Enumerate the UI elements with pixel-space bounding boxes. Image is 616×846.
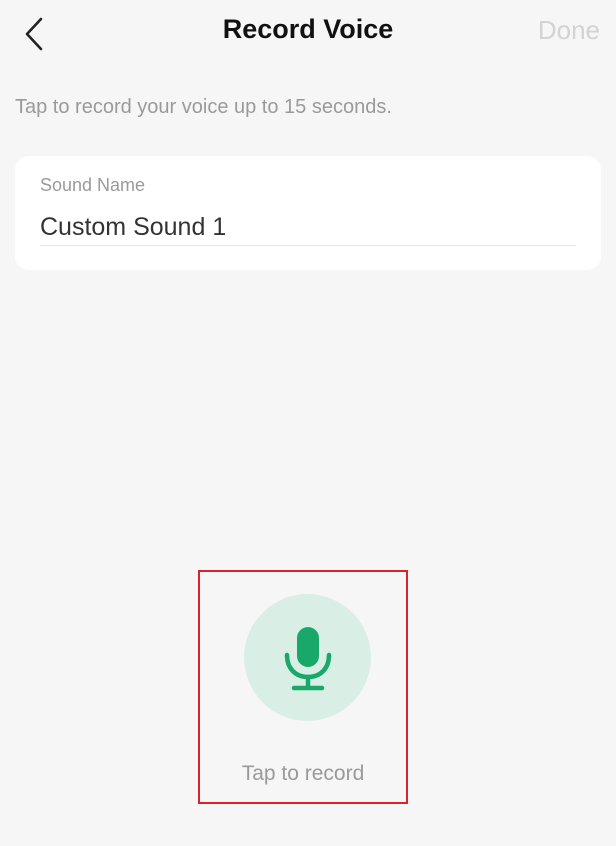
- sound-name-label: Sound Name: [40, 175, 146, 195]
- record-button[interactable]: Tap to record: [198, 570, 408, 804]
- instruction-text: Tap to record your voice up to 15 second…: [15, 96, 392, 118]
- nav-bar: Record Voice Done: [0, 0, 616, 64]
- mic-circle[interactable]: [244, 594, 371, 721]
- microphone-icon: [284, 626, 331, 690]
- record-label: Tap to record: [241, 762, 365, 785]
- sound-name-card: Sound Name: [15, 156, 601, 270]
- done-button[interactable]: Done: [538, 15, 600, 46]
- sound-name-input[interactable]: [40, 209, 576, 246]
- page-title: Record Voice: [222, 14, 394, 44]
